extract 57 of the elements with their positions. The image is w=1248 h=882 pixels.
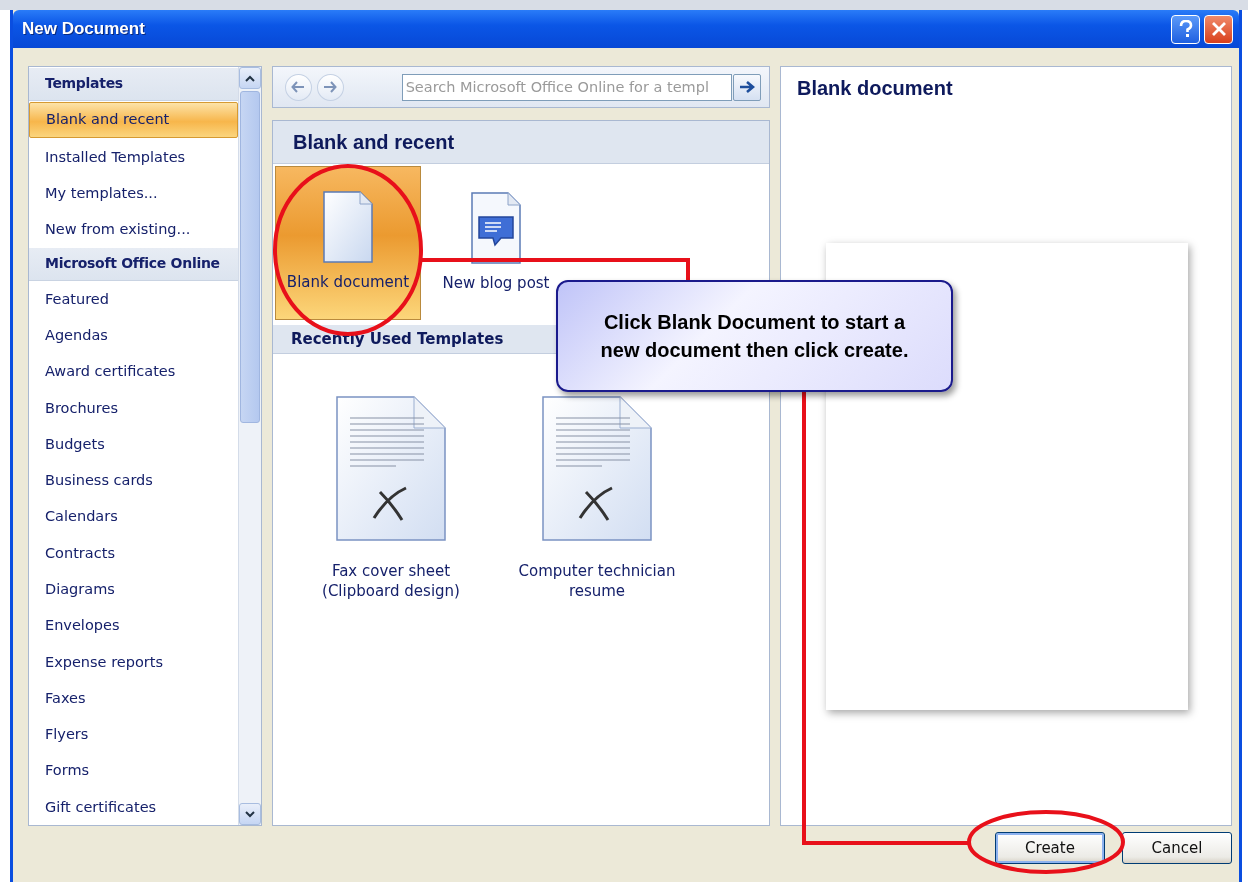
help-button[interactable] xyxy=(1171,14,1200,44)
scroll-up-button[interactable] xyxy=(239,67,261,89)
help-icon xyxy=(1177,20,1194,38)
tile-label: Computer technician resume xyxy=(517,561,677,601)
search-field[interactable]: Search Microsoft Office Online for a templ xyxy=(401,73,733,101)
template-tile[interactable]: Computer technician resume xyxy=(507,396,687,601)
sidebar-item[interactable]: Featured xyxy=(29,280,238,317)
preview-title: Blank document xyxy=(797,77,953,100)
back-button[interactable] xyxy=(285,73,312,101)
document-icon xyxy=(323,191,373,263)
sidebar-item[interactable]: Business cards xyxy=(29,462,238,499)
sidebar-item[interactable]: Envelopes xyxy=(29,607,238,644)
template-tile[interactable]: Fax cover sheet (Clipboard design) xyxy=(301,396,481,601)
scrollbar[interactable] xyxy=(238,67,261,825)
forward-arrow-icon xyxy=(323,81,338,93)
sidebar-item[interactable]: Blank and recent xyxy=(29,101,238,138)
close-icon xyxy=(1210,21,1227,37)
tile-label: Blank document xyxy=(286,273,410,291)
sidebar-heading: Templates xyxy=(29,68,238,101)
cancel-button[interactable]: Cancel xyxy=(1122,832,1232,864)
window-title: New Document xyxy=(22,19,145,39)
caret-up-icon xyxy=(245,74,255,82)
gallery-title: Blank and recent xyxy=(293,130,455,154)
search-button[interactable] xyxy=(733,73,761,101)
back-arrow-icon xyxy=(291,81,306,93)
create-button[interactable]: Create xyxy=(995,832,1105,864)
arrow-right-icon xyxy=(739,80,756,94)
sidebar-item[interactable]: Diagrams xyxy=(29,571,238,608)
sidebar-item[interactable]: Agendas xyxy=(29,316,238,354)
sidebar-item[interactable]: Faxes xyxy=(29,679,238,717)
callout-text: Click Blank Document to start a new document then click create. xyxy=(599,310,910,363)
sidebar-item[interactable]: Installed Templates xyxy=(29,138,238,176)
blog-post-icon xyxy=(471,192,521,264)
sidebar-item[interactable]: My templates... xyxy=(29,175,238,212)
sidebar-item[interactable]: Flyers xyxy=(29,716,238,753)
tile-label: Fax cover sheet (Clipboard design) xyxy=(321,561,461,601)
template-document-icon xyxy=(336,396,446,541)
template-tile[interactable]: New blog post xyxy=(425,166,567,320)
template-tile[interactable]: Blank document xyxy=(275,166,421,320)
section-title: Recently Used Templates xyxy=(291,330,504,348)
sidebar-item[interactable]: Contracts xyxy=(29,534,238,571)
tile-label: New blog post xyxy=(442,274,550,292)
sidebar-item[interactable]: Brochures xyxy=(29,389,238,426)
sidebar-item[interactable]: Calendars xyxy=(29,498,238,535)
scroll-thumb[interactable] xyxy=(240,91,260,423)
template-document-icon xyxy=(542,396,652,541)
scroll-down-button[interactable] xyxy=(239,803,261,825)
sidebar-heading: Microsoft Office Online xyxy=(29,247,238,281)
sidebar-item[interactable]: Expense reports xyxy=(29,643,238,680)
sidebar-item[interactable]: Forms xyxy=(29,752,238,789)
close-button[interactable] xyxy=(1204,14,1233,44)
caret-down-icon xyxy=(245,810,255,818)
sidebar-item[interactable]: Award certificates xyxy=(29,353,238,390)
forward-button[interactable] xyxy=(316,73,344,101)
sidebar-item[interactable]: New from existing... xyxy=(29,211,238,248)
sidebar-item[interactable]: Budgets xyxy=(29,425,238,463)
sidebar-item[interactable]: Gift certificates xyxy=(29,788,238,826)
